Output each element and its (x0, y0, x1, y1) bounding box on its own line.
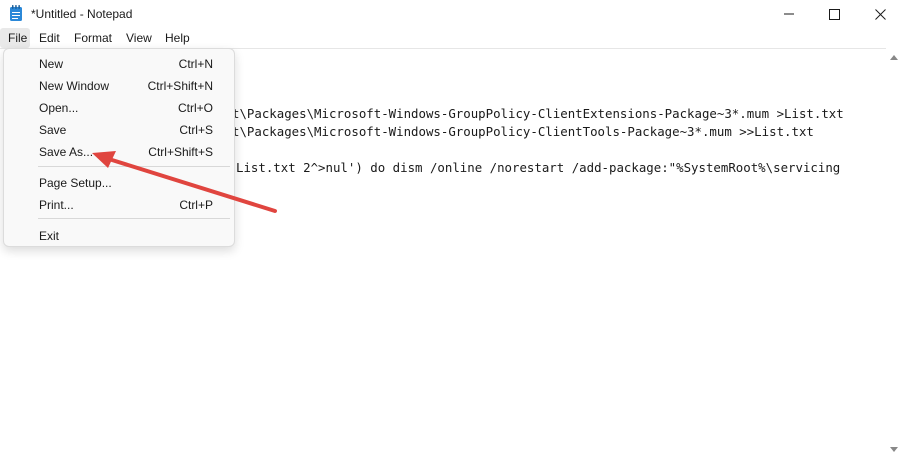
menu-item-label: Save (39, 123, 67, 137)
menu-item-shortcut: Ctrl+Shift+N (147, 79, 213, 93)
menu-item-shortcut: Ctrl+O (177, 101, 213, 115)
menu-separator (38, 166, 230, 167)
menu-item-exit[interactable]: Exit (4, 224, 234, 246)
menu-separator (38, 218, 230, 219)
editor-line: List.txt 2^>nul') do dism /online /nores… (236, 160, 841, 175)
menu-item-label: Print... (39, 198, 74, 212)
menu-item-label: Save As... (39, 145, 94, 159)
menu-item-print[interactable]: Print... Ctrl+P (4, 193, 234, 215)
menu-view[interactable]: View (126, 31, 152, 45)
menu-item-new-window[interactable]: New Window Ctrl+Shift+N (4, 74, 234, 96)
editor-line: t\Packages\Microsoft-Windows-GroupPolicy… (232, 124, 814, 139)
notepad-icon (9, 5, 23, 22)
minimize-icon (784, 13, 794, 15)
menu-item-shortcut: Ctrl+P (179, 198, 213, 212)
maximize-icon (828, 8, 840, 20)
menu-item-label: Page Setup... (39, 176, 112, 190)
menu-item-new[interactable]: New Ctrl+N (4, 52, 234, 74)
menu-file[interactable]: File (0, 28, 30, 48)
scroll-down-arrow-icon[interactable] (890, 447, 898, 452)
menu-item-page-setup[interactable]: Page Setup... (4, 171, 234, 193)
maximize-button[interactable] (811, 0, 857, 28)
menu-item-label: New (39, 57, 64, 71)
window-title: *Untitled - Notepad (31, 7, 133, 21)
menu-bar: File Edit Format View Help (0, 28, 902, 48)
menu-item-label: New Window (39, 79, 110, 93)
scroll-up-arrow-icon[interactable] (890, 55, 898, 60)
close-icon (874, 8, 886, 20)
close-button[interactable] (857, 0, 902, 28)
menu-item-label: Exit (39, 229, 60, 243)
menu-help[interactable]: Help (165, 31, 190, 45)
menu-item-save-as[interactable]: Save As... Ctrl+Shift+S (4, 140, 234, 162)
menu-item-label: Open... (39, 101, 79, 115)
editor-line: t\Packages\Microsoft-Windows-GroupPolicy… (232, 106, 844, 121)
menu-item-shortcut: Ctrl+Shift+S (148, 145, 213, 159)
title-bar: *Untitled - Notepad (0, 0, 902, 28)
menu-format[interactable]: Format (74, 31, 112, 45)
file-menu-dropdown: New Ctrl+N New Window Ctrl+Shift+N Open.… (3, 48, 235, 247)
menu-item-open[interactable]: Open... Ctrl+O (4, 96, 234, 118)
menu-item-shortcut: Ctrl+S (179, 123, 213, 137)
menu-item-save[interactable]: Save Ctrl+S (4, 118, 234, 140)
menu-edit[interactable]: Edit (39, 31, 60, 45)
menu-item-shortcut: Ctrl+N (178, 57, 213, 71)
vertical-scrollbar[interactable] (886, 48, 902, 456)
minimize-button[interactable] (766, 0, 812, 28)
